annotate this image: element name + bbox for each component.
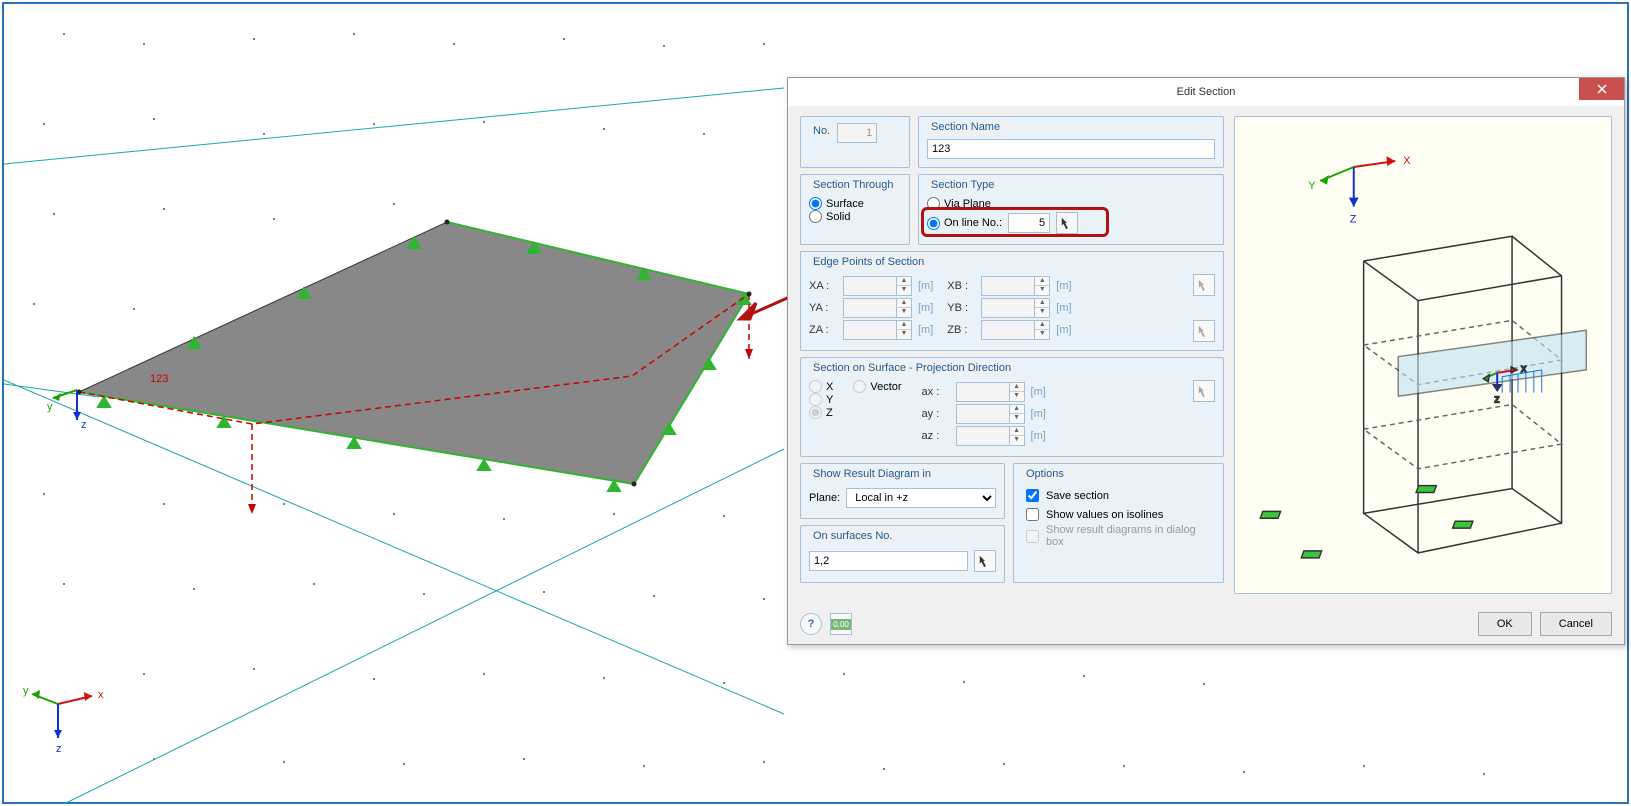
za-field (843, 320, 897, 340)
pick-point-a-button[interactable] (1193, 274, 1215, 296)
pick-line-button[interactable] (1056, 212, 1078, 234)
projection-title: Section on Surface - Projection Directio… (809, 362, 1015, 374)
svg-text:z: z (1494, 393, 1499, 405)
section-label: 123 (150, 373, 168, 385)
edit-section-dialog: Edit Section No. Section Name (787, 77, 1625, 645)
close-button[interactable] (1579, 78, 1624, 100)
result-diagram-title: Show Result Diagram in (809, 468, 935, 480)
pick-vector-button[interactable] (1193, 380, 1215, 402)
on-surfaces-field[interactable] (809, 551, 968, 571)
preview-panel: X Y Z (1234, 116, 1612, 594)
radio-solid[interactable] (809, 210, 822, 223)
dialog-titlebar[interactable]: Edit Section (788, 78, 1624, 106)
svg-text:X: X (1403, 155, 1411, 167)
xa-field (843, 276, 897, 296)
section-through-title: Section Through (809, 179, 898, 191)
pick-point-b-button[interactable] (1193, 320, 1215, 342)
ok-button[interactable]: OK (1478, 612, 1532, 636)
ax-field (956, 382, 1010, 402)
section-type-title: Section Type (927, 179, 998, 191)
svg-text:y: y (23, 685, 29, 697)
radio-via-plane[interactable] (927, 197, 940, 210)
radio-proj-z (809, 406, 822, 419)
radio-proj-x (809, 380, 822, 393)
svg-text:y: y (47, 401, 53, 413)
plane-select[interactable]: Local in +z (846, 488, 996, 508)
chk-show-diagrams (1026, 530, 1039, 543)
svg-text:z: z (81, 419, 87, 431)
yb-field (981, 298, 1035, 318)
on-surfaces-title: On surfaces No. (809, 530, 896, 542)
xb-field (981, 276, 1035, 296)
options-title: Options (1022, 468, 1068, 480)
no-field (837, 123, 877, 143)
chk-show-values[interactable] (1026, 508, 1039, 521)
chk-save-section[interactable] (1026, 489, 1039, 502)
global-axis-gizmo: x y z (23, 685, 104, 755)
on-line-no-field[interactable] (1008, 213, 1050, 233)
section-name-field[interactable] (927, 139, 1215, 159)
ya-field (843, 298, 897, 318)
section-name-label: Section Name (927, 121, 1004, 133)
cancel-button[interactable]: Cancel (1540, 612, 1612, 636)
svg-text:z: z (56, 743, 62, 755)
radio-proj-vector (853, 380, 866, 393)
no-label: No. (809, 125, 834, 137)
radio-surface[interactable] (809, 197, 822, 210)
svg-text:Y: Y (1308, 180, 1316, 192)
radio-on-line[interactable] (927, 217, 940, 230)
units-button[interactable]: 0.00 (830, 613, 852, 635)
edge-points-title: Edge Points of Section (809, 256, 928, 268)
ay-field (956, 404, 1010, 424)
az-field (956, 426, 1010, 446)
pick-surface-button[interactable] (974, 550, 996, 572)
help-button[interactable]: ? (800, 613, 822, 635)
dialog-title: Edit Section (1177, 86, 1236, 98)
svg-text:x: x (98, 689, 104, 701)
radio-proj-y (809, 393, 822, 406)
svg-text:Z: Z (1350, 213, 1357, 225)
zb-field (981, 320, 1035, 340)
